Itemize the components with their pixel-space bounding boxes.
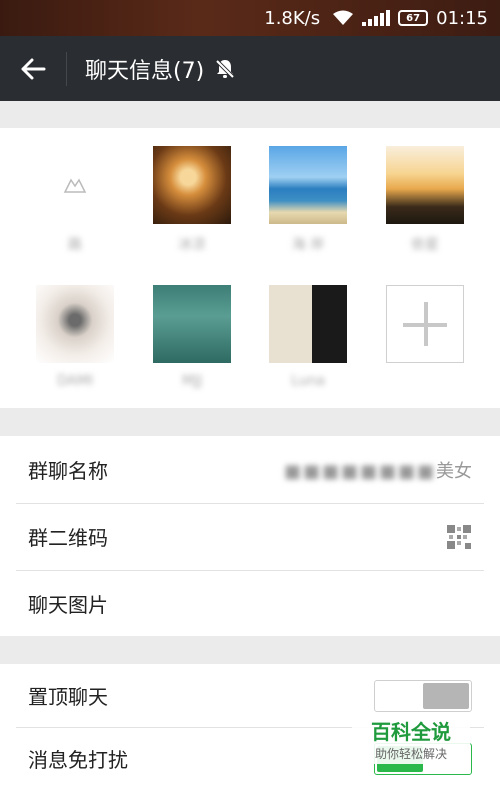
member-item[interactable]: Luna (263, 285, 353, 391)
avatar (269, 146, 347, 224)
add-member-item[interactable] (380, 285, 470, 363)
battery-level: 67 (406, 12, 421, 24)
member-item[interactable]: DAMI (30, 285, 120, 391)
member-item[interactable]: 依星 (380, 146, 470, 252)
avatar (36, 146, 114, 224)
member-item[interactable]: 海 岸 (263, 146, 353, 252)
pin-chat-label: 置顶聊天 (28, 685, 108, 709)
avatar (269, 285, 347, 363)
page-title: 聊天信息(7) (85, 58, 205, 84)
watermark-subtitle: 助你轻松解决 (374, 747, 447, 761)
battery-icon: 67 (398, 10, 429, 26)
avatar (36, 285, 114, 363)
group-name-text: 美女 (436, 460, 472, 482)
plus-icon[interactable] (386, 285, 464, 363)
bell-off-icon (215, 59, 235, 78)
group-name-row[interactable]: 群聊名称 ■■■■■■■■美女 (0, 436, 500, 503)
watermark-logo: 百科全说 助你轻松解决 (352, 712, 470, 764)
title-bar: 聊天信息(7) (0, 36, 500, 101)
member-name: MJJ (181, 373, 203, 389)
member-name: 路 (68, 237, 82, 252)
watermark-title: 百科全说 (371, 720, 451, 744)
clock: 01:15 (436, 7, 488, 29)
avatar (153, 285, 231, 363)
member-name: 依星 (411, 237, 439, 252)
member-item[interactable]: 冰凉 (147, 146, 237, 252)
chat-photos-label: 聊天图片 (28, 593, 108, 617)
signal-icon (362, 10, 391, 26)
group-qr-label: 群二维码 (28, 526, 108, 550)
member-name: DAMI (56, 373, 94, 389)
wifi-icon (332, 10, 354, 26)
chat-photos-row[interactable]: 聊天图片 (0, 570, 500, 637)
title-divider (66, 51, 67, 86)
group-qr-row[interactable]: 群二维码 (0, 503, 500, 570)
status-bar: 1.8K/s 67 01:15 (0, 0, 500, 36)
member-name: 冰凉 (178, 237, 206, 252)
avatar (153, 146, 231, 224)
back-button[interactable] (0, 36, 66, 101)
qr-code-icon (446, 523, 472, 550)
member-item[interactable]: 路 (30, 146, 120, 252)
avatar (386, 146, 464, 224)
member-item[interactable]: MJJ (147, 285, 237, 391)
member-grid: 路 冰凉 海 岸 依星 DAMI MJJ Luna (0, 128, 500, 408)
do-not-disturb-label: 消息免打扰 (28, 748, 128, 772)
member-name: 海 岸 (291, 237, 325, 252)
group-name-blurred: ■■■■■■■■ (283, 460, 436, 482)
member-name: Luna (291, 373, 325, 389)
group-info-section: 群聊名称 ■■■■■■■■美女 群二维码 聊天图片 (0, 436, 500, 636)
group-name-label: 群聊名称 (28, 459, 108, 483)
toggle-knob (423, 682, 469, 709)
arrow-left-icon (21, 58, 46, 79)
pin-chat-toggle[interactable] (374, 679, 472, 712)
network-speed: 1.8K/s (264, 7, 321, 29)
group-name-value: ■■■■■■■■美女 (284, 457, 472, 483)
